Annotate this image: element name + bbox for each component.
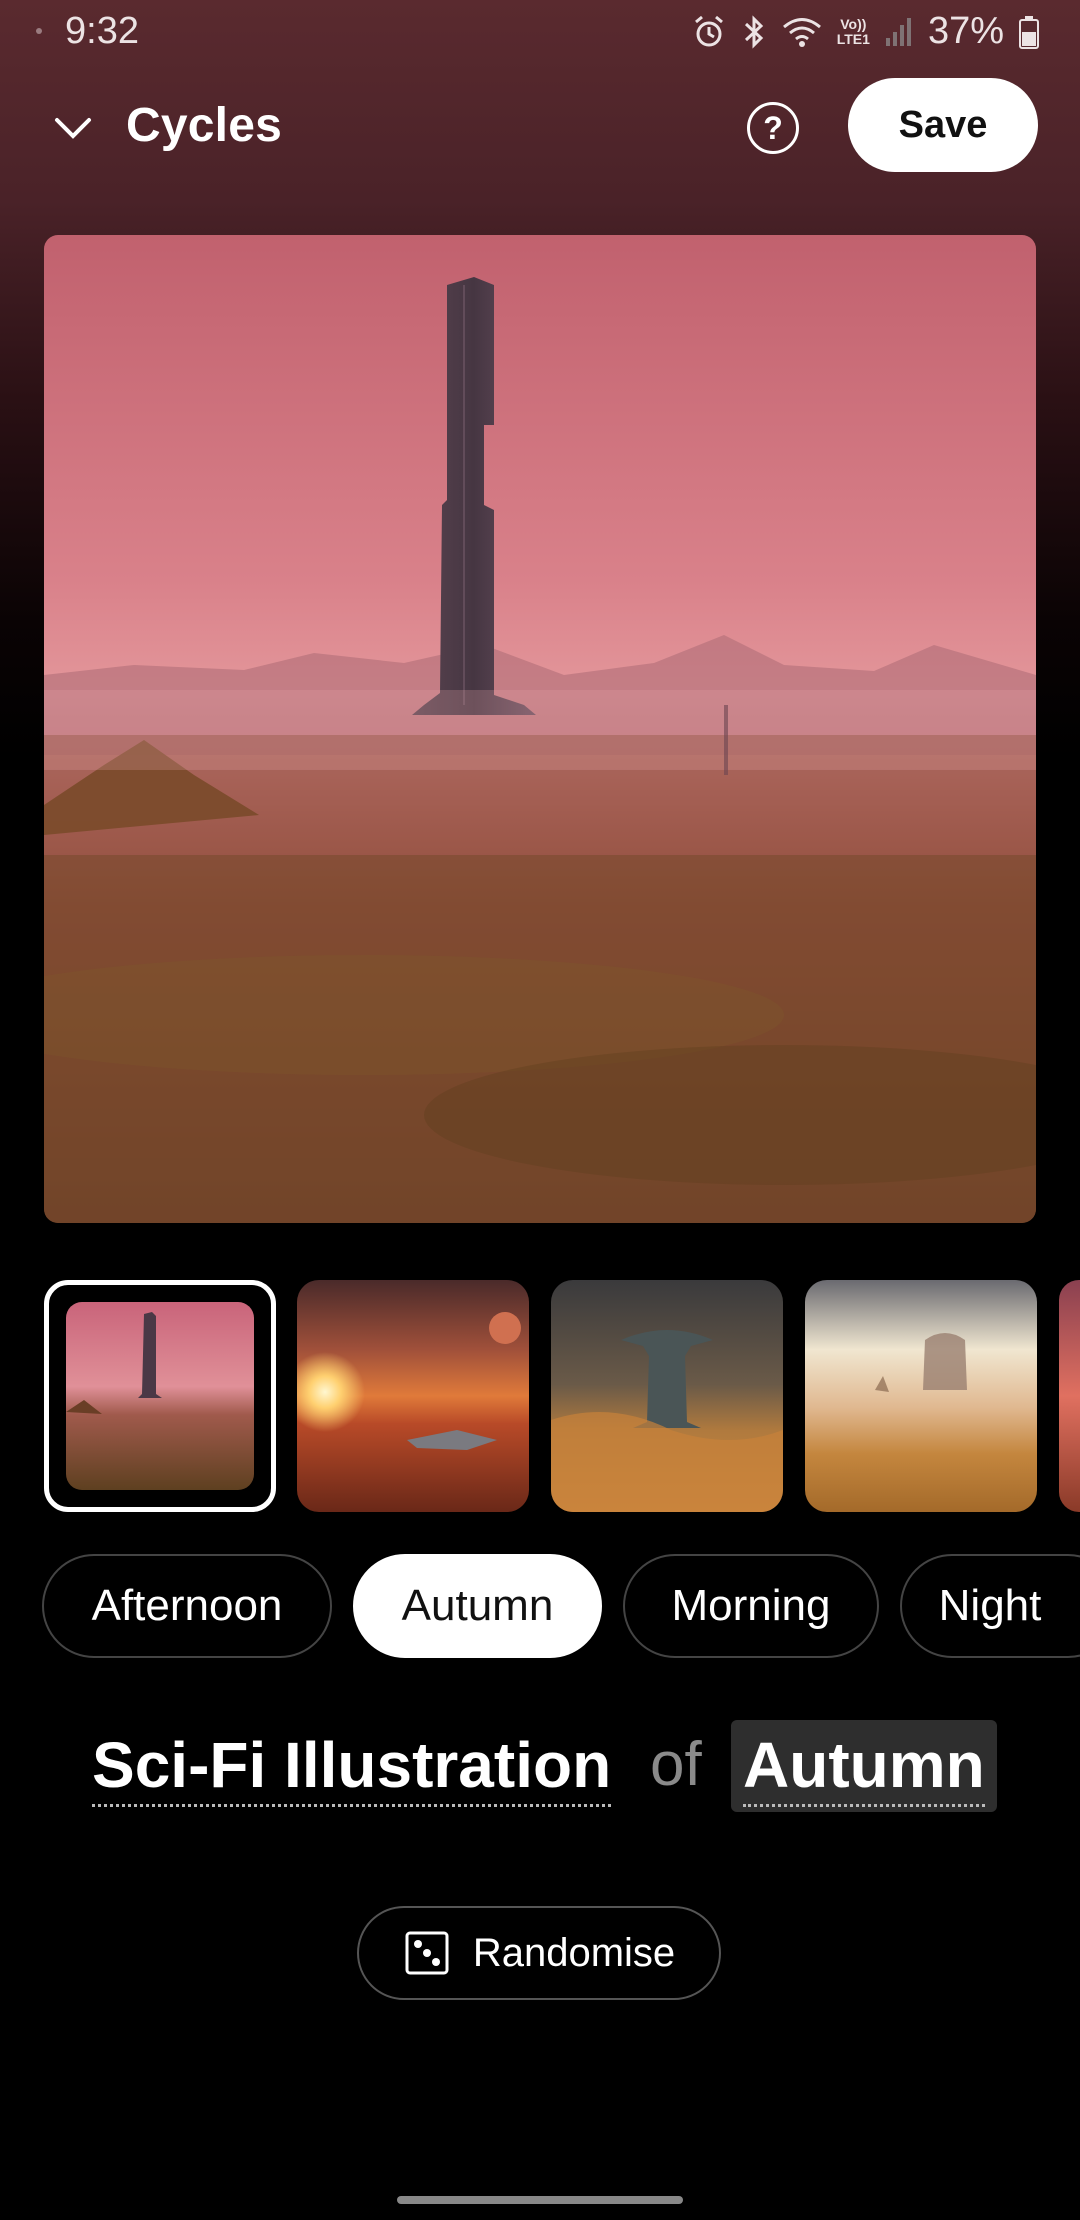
thumbnail-strip bbox=[0, 1278, 1080, 1514]
randomise-button[interactable]: Randomise bbox=[357, 1906, 721, 2000]
dice-icon bbox=[405, 1931, 449, 1975]
header-bar: Cycles ? Save bbox=[0, 70, 1080, 185]
save-button[interactable]: Save bbox=[848, 78, 1038, 172]
chip-afternoon[interactable]: Afternoon bbox=[42, 1554, 332, 1658]
prompt-style-selector[interactable]: Sci-Fi Illustration bbox=[92, 1730, 612, 1807]
thumbnail-sunset-ship-image bbox=[297, 1280, 529, 1512]
signal-icon bbox=[884, 14, 914, 50]
chevron-down-icon bbox=[55, 118, 91, 139]
status-time: 9:32 bbox=[65, 10, 139, 52]
thumbnail-partial-image bbox=[1059, 1280, 1080, 1512]
home-indicator[interactable] bbox=[397, 2196, 683, 2204]
page-title: Cycles bbox=[126, 99, 282, 152]
prompt-subject-label: Autumn bbox=[743, 1730, 985, 1807]
battery-percent: 37% bbox=[927, 10, 1004, 52]
theme-chip-row: Afternoon Autumn Morning Night bbox=[0, 1554, 1080, 1660]
status-icons: Vo)) LTE1 37% bbox=[691, 10, 1040, 53]
status-bar: 9:32 Vo)) LTE1 37% bbox=[0, 0, 1080, 64]
thumbnail-tower[interactable] bbox=[44, 1280, 276, 1512]
thumbnail-mushroom-tower[interactable] bbox=[551, 1280, 783, 1512]
lte-label-top: Vo)) bbox=[840, 15, 867, 32]
thumbnail-hazy-structure[interactable] bbox=[805, 1280, 1037, 1512]
thumbnail-partial[interactable] bbox=[1059, 1280, 1080, 1512]
help-button[interactable]: ? bbox=[747, 102, 799, 154]
sci-fi-tower-landscape-image bbox=[44, 235, 1036, 1223]
prompt-sentence: Sci-Fi Illustration of Autumn bbox=[0, 1720, 1080, 1820]
collapse-button[interactable] bbox=[45, 100, 101, 156]
thumbnail-mushroom-tower-image bbox=[551, 1280, 783, 1512]
app-screen: 9:32 Vo)) LTE1 37% Cycles ? Save Afterno… bbox=[0, 0, 1080, 2220]
notification-dot bbox=[36, 28, 42, 34]
prompt-connector: of bbox=[650, 1730, 702, 1799]
thumbnail-sunset-ship[interactable] bbox=[297, 1280, 529, 1512]
alarm-icon bbox=[691, 14, 727, 50]
prompt-subject-selector[interactable]: Autumn bbox=[731, 1720, 997, 1812]
chip-night[interactable]: Night bbox=[900, 1554, 1080, 1658]
battery-icon bbox=[1018, 14, 1040, 50]
randomise-label: Randomise bbox=[472, 1930, 676, 1975]
bluetooth-icon bbox=[741, 14, 767, 50]
help-icon: ? bbox=[763, 109, 783, 146]
thumbnail-hazy-structure-image bbox=[805, 1280, 1037, 1512]
lte-label-bottom: LTE1 bbox=[836, 30, 870, 47]
chip-morning[interactable]: Morning bbox=[623, 1554, 879, 1658]
wifi-icon bbox=[781, 14, 823, 50]
preview-image[interactable] bbox=[44, 235, 1036, 1223]
lte-icon: Vo)) LTE1 bbox=[836, 15, 870, 47]
chip-autumn[interactable]: Autumn bbox=[353, 1554, 602, 1658]
thumbnail-tower-image bbox=[66, 1302, 254, 1490]
